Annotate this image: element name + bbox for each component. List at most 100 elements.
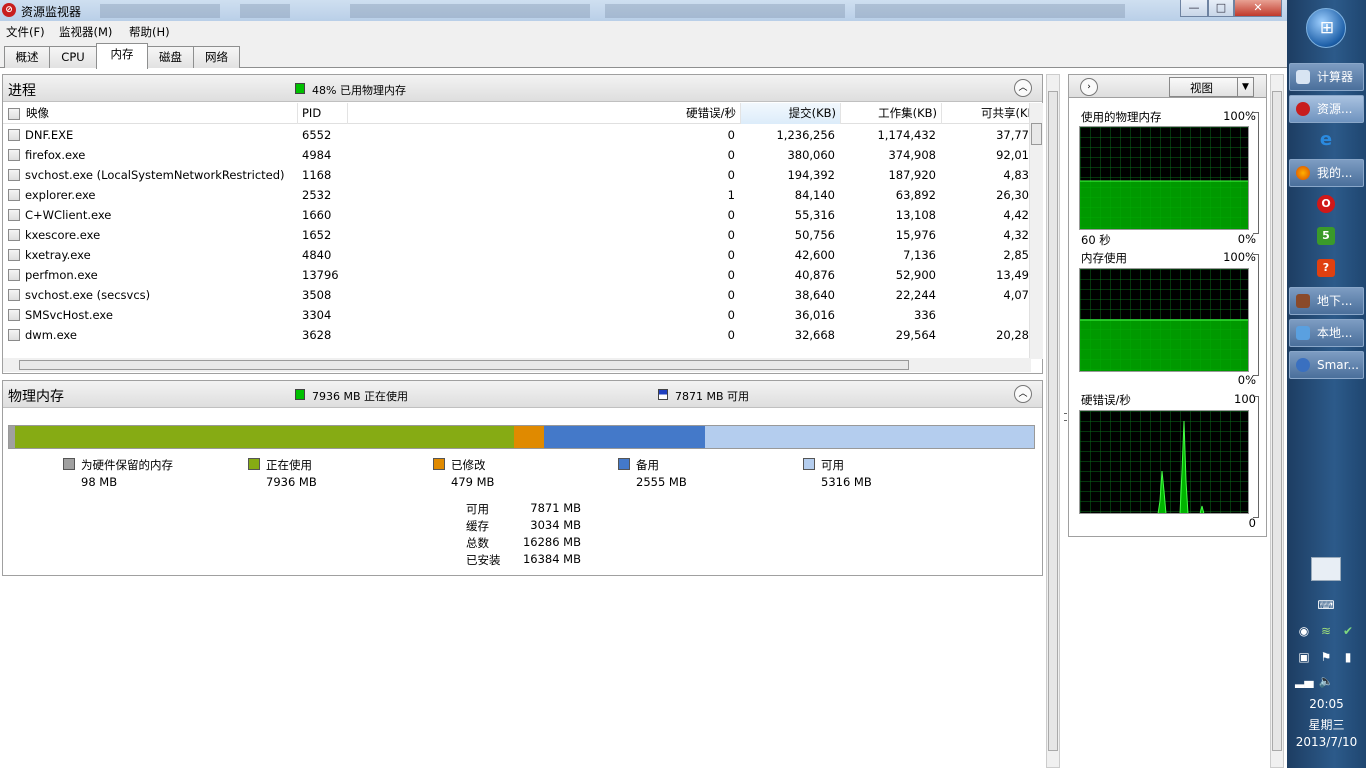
view-dropdown[interactable]: 视图 ▼ xyxy=(1169,77,1254,97)
stat-available: 可用 7871 MB xyxy=(466,501,581,518)
pen-input-icon[interactable] xyxy=(1311,557,1341,581)
taskbar-item-firefox[interactable]: 我的... xyxy=(1289,159,1364,187)
table-row[interactable]: SMSvcHost.exe 3304 0 36,016 336 xyxy=(3,305,1031,325)
signal-icon[interactable]: ▂▄ xyxy=(1295,674,1313,688)
app-green-icon[interactable]: 5 xyxy=(1317,227,1335,245)
taskbar-item-game[interactable]: 地下... xyxy=(1289,287,1364,315)
column-commit[interactable]: 提交(KB) xyxy=(741,103,841,124)
maximize-button[interactable]: □ xyxy=(1208,0,1234,17)
column-pid[interactable]: PID xyxy=(298,103,348,124)
background-window-ghost xyxy=(855,4,1125,18)
legend-swatch xyxy=(803,458,815,470)
row-checkbox[interactable] xyxy=(8,129,20,141)
row-checkbox[interactable] xyxy=(8,209,20,221)
cell-hard-faults: 0 xyxy=(727,128,735,142)
taskbar-item-resource-monitor[interactable]: 资源... xyxy=(1289,95,1364,123)
keyboard-icon[interactable]: ⌨ xyxy=(1316,598,1336,612)
table-row[interactable]: kxetray.exe 4840 0 42,600 7,136 2,85 xyxy=(3,245,1031,265)
cell-commit: 194,392 xyxy=(787,168,835,182)
row-checkbox[interactable] xyxy=(8,289,20,301)
row-checkbox[interactable] xyxy=(8,309,20,321)
hscroll-thumb[interactable] xyxy=(19,360,909,370)
tray-app-icon[interactable]: ◉ xyxy=(1295,624,1313,638)
clock-date[interactable]: 2013/7/10 xyxy=(1287,735,1366,749)
table-row[interactable]: svchost.exe (secsvcs) 3508 0 38,640 22,244 4,… xyxy=(3,285,1031,305)
column-shareable[interactable]: 可共享(KB xyxy=(942,103,1031,124)
taskbar-item-smar[interactable]: Smar... xyxy=(1289,351,1364,379)
row-checkbox[interactable] xyxy=(8,229,20,241)
cell-image: dwm.exe xyxy=(25,328,77,342)
battery-icon[interactable]: ▮ xyxy=(1339,650,1357,664)
processes-header[interactable]: 进程 48% 已用物理内存 ︿ xyxy=(3,75,1042,102)
cell-working-set: 13,108 xyxy=(895,208,936,222)
collapse-processes-button[interactable]: ︿ xyxy=(1014,79,1032,97)
right-vertical-scrollbar[interactable] xyxy=(1270,74,1284,768)
physical-memory-header[interactable]: 物理内存 7936 MB 正在使用 7871 MB 可用 ︿ xyxy=(3,381,1042,408)
stat-key: 总数 xyxy=(466,536,489,550)
cell-commit: 380,060 xyxy=(787,148,835,162)
row-checkbox[interactable] xyxy=(8,269,20,281)
menu-monitor[interactable]: 监视器(M) xyxy=(59,24,112,40)
tray-app2-icon[interactable]: ▣ xyxy=(1295,650,1313,664)
row-checkbox[interactable] xyxy=(8,169,20,181)
tab-content: 进程 48% 已用物理内存 ︿ 映像 PID 硬错误/秒 提交(KB) 工作集(… xyxy=(0,68,1287,768)
select-all-checkbox[interactable] xyxy=(8,108,20,120)
cell-commit: 55,316 xyxy=(794,208,835,222)
cell-working-set: 1,174,432 xyxy=(877,128,936,142)
menu-bar: 文件(F) 监视器(M) 帮助(H) xyxy=(0,21,1287,42)
minimize-button[interactable]: — xyxy=(1180,0,1208,17)
right-scroll-thumb[interactable] xyxy=(1272,91,1282,751)
cell-pid: 3304 xyxy=(302,308,332,322)
opera-icon[interactable]: O xyxy=(1317,195,1335,213)
column-hard-faults[interactable]: 硬错误/秒 xyxy=(348,103,741,124)
process-vertical-scrollbar[interactable] xyxy=(1029,103,1043,359)
clock-time[interactable]: 20:05 xyxy=(1287,697,1366,711)
table-row[interactable]: explorer.exe 2532 1 84,140 63,892 26,30 xyxy=(3,185,1031,205)
scroll-thumb[interactable] xyxy=(1031,123,1042,145)
table-row[interactable]: kxescore.exe 1652 0 50,756 15,976 4,32 xyxy=(3,225,1031,245)
row-checkbox[interactable] xyxy=(8,149,20,161)
table-row[interactable]: C+WClient.exe 1660 0 55,316 13,108 4,42 xyxy=(3,205,1031,225)
bar-segment-modified xyxy=(514,426,544,448)
row-checkbox[interactable] xyxy=(8,189,20,201)
tab-overview[interactable]: 概述 xyxy=(4,46,50,68)
row-checkbox[interactable] xyxy=(8,329,20,341)
tab-cpu[interactable]: CPU xyxy=(49,46,97,68)
table-row[interactable]: firefox.exe 4984 0 380,060 374,908 92,01 xyxy=(3,145,1031,165)
menu-file[interactable]: 文件(F) xyxy=(6,24,45,40)
action-center-flag-icon[interactable]: ⚑ xyxy=(1317,650,1335,664)
process-horizontal-scrollbar[interactable] xyxy=(3,358,1031,372)
main-vertical-scrollbar[interactable] xyxy=(1046,74,1060,768)
start-button[interactable]: ⊞ xyxy=(1306,8,1346,48)
taskbar-item-calculator[interactable]: 计算器 xyxy=(1289,63,1364,91)
table-row[interactable]: svchost.exe (LocalSystemNetworkRestricte… xyxy=(3,165,1031,185)
internet-explorer-icon[interactable]: e xyxy=(1317,131,1335,149)
wifi-icon[interactable]: ≋ xyxy=(1317,624,1335,638)
tab-network[interactable]: 网络 xyxy=(193,46,240,68)
expand-graphs-button[interactable]: › xyxy=(1080,78,1098,96)
table-row[interactable]: DNF.EXE 6552 0 1,236,256 1,174,432 37,77 xyxy=(3,125,1031,145)
column-image[interactable]: 映像 xyxy=(22,103,298,124)
menu-help[interactable]: 帮助(H) xyxy=(129,24,170,40)
volume-icon[interactable]: 🔈 xyxy=(1317,674,1335,688)
splitter-grip[interactable] xyxy=(1064,413,1067,421)
collapse-physical-button[interactable]: ︿ xyxy=(1014,385,1032,403)
clock-weekday[interactable]: 星期三 xyxy=(1287,716,1366,733)
taskbar-item-local[interactable]: 本地... xyxy=(1289,319,1364,347)
table-row[interactable]: dwm.exe 3628 0 32,668 29,564 20,28 xyxy=(3,325,1031,345)
tab-memory[interactable]: 内存 xyxy=(96,43,148,69)
security-shield-icon[interactable]: ✔ xyxy=(1339,624,1357,638)
legend-value: 2555 MB xyxy=(636,475,687,489)
title-bar[interactable]: ⊘ 资源监视器 — □ ✕ xyxy=(0,0,1287,21)
stat-value: 16384 MB xyxy=(522,552,581,566)
bar-segment-in-use xyxy=(15,426,514,448)
cell-image: perfmon.exe xyxy=(25,268,98,282)
table-row[interactable]: perfmon.exe 13796 0 40,876 52,900 13,49 xyxy=(3,265,1031,285)
tab-disk[interactable]: 磁盘 xyxy=(147,46,194,68)
main-scroll-thumb[interactable] xyxy=(1048,91,1058,751)
row-checkbox[interactable] xyxy=(8,249,20,261)
app-orange-icon[interactable]: ? xyxy=(1317,259,1335,277)
column-working-set[interactable]: 工作集(KB) xyxy=(841,103,942,124)
legend-swatch xyxy=(248,458,260,470)
close-button[interactable]: ✕ xyxy=(1234,0,1282,17)
